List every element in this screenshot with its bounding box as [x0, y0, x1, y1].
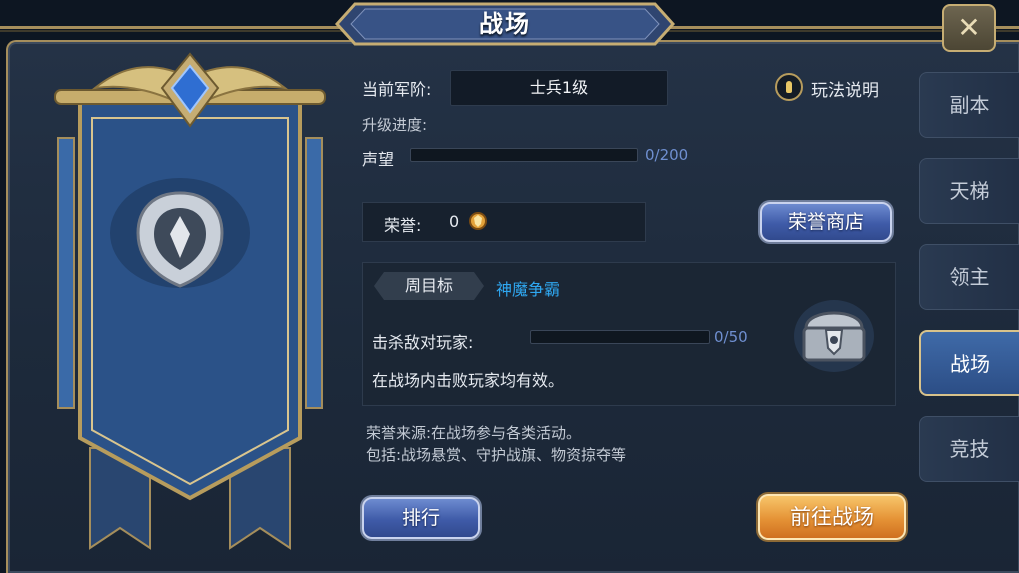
weekly-goal-tag: 周目标: [374, 272, 484, 300]
rank-banner: [54, 52, 326, 550]
task-description: 在战场内击败玩家均有效。: [372, 371, 565, 390]
tab-battlefield[interactable]: 战场: [919, 330, 1019, 396]
weekly-mode-link[interactable]: 神魔争霸: [496, 276, 560, 300]
help-icon[interactable]: [775, 73, 803, 101]
rank-label: 当前军阶:: [362, 80, 432, 99]
honor-shop-button[interactable]: 荣誉商店: [760, 202, 892, 242]
reputation-progress-text: 0/200: [645, 146, 689, 164]
shield-emblem-icon: [110, 178, 250, 288]
honor-source-line1: 荣誉来源:在战场参与各类活动。: [366, 424, 582, 442]
ranking-button[interactable]: 排行: [362, 497, 480, 539]
honor-value: 0: [449, 212, 460, 231]
honor-label: 荣誉:: [384, 216, 422, 235]
close-button[interactable]: ✕: [942, 4, 996, 52]
go-battlefield-button[interactable]: 前往战场: [758, 494, 906, 540]
tab-arena[interactable]: 竞技: [919, 416, 1019, 482]
page-title: 战场: [479, 10, 531, 38]
honor-source-line2: 包括:战场悬赏、守护战旗、物资掠夺等: [366, 446, 627, 464]
reputation-progress-bar: [410, 148, 638, 162]
kill-progress-bar: [530, 330, 710, 344]
tab-dungeon[interactable]: 副本: [919, 72, 1019, 138]
kill-progress-text: 0/50: [714, 328, 748, 346]
close-icon: ✕: [957, 11, 981, 44]
honor-coin-icon: [469, 212, 487, 230]
kill-task-label: 击杀敌对玩家:: [372, 333, 474, 352]
rank-value: 士兵1级: [450, 70, 668, 106]
tab-lord[interactable]: 领主: [919, 244, 1019, 310]
tab-ladder[interactable]: 天梯: [919, 158, 1019, 224]
reputation-label: 声望: [362, 150, 395, 169]
treasure-chest-icon: [794, 300, 874, 372]
help-link[interactable]: 玩法说明: [811, 76, 879, 101]
upgrade-progress-label: 升级进度:: [362, 116, 428, 134]
